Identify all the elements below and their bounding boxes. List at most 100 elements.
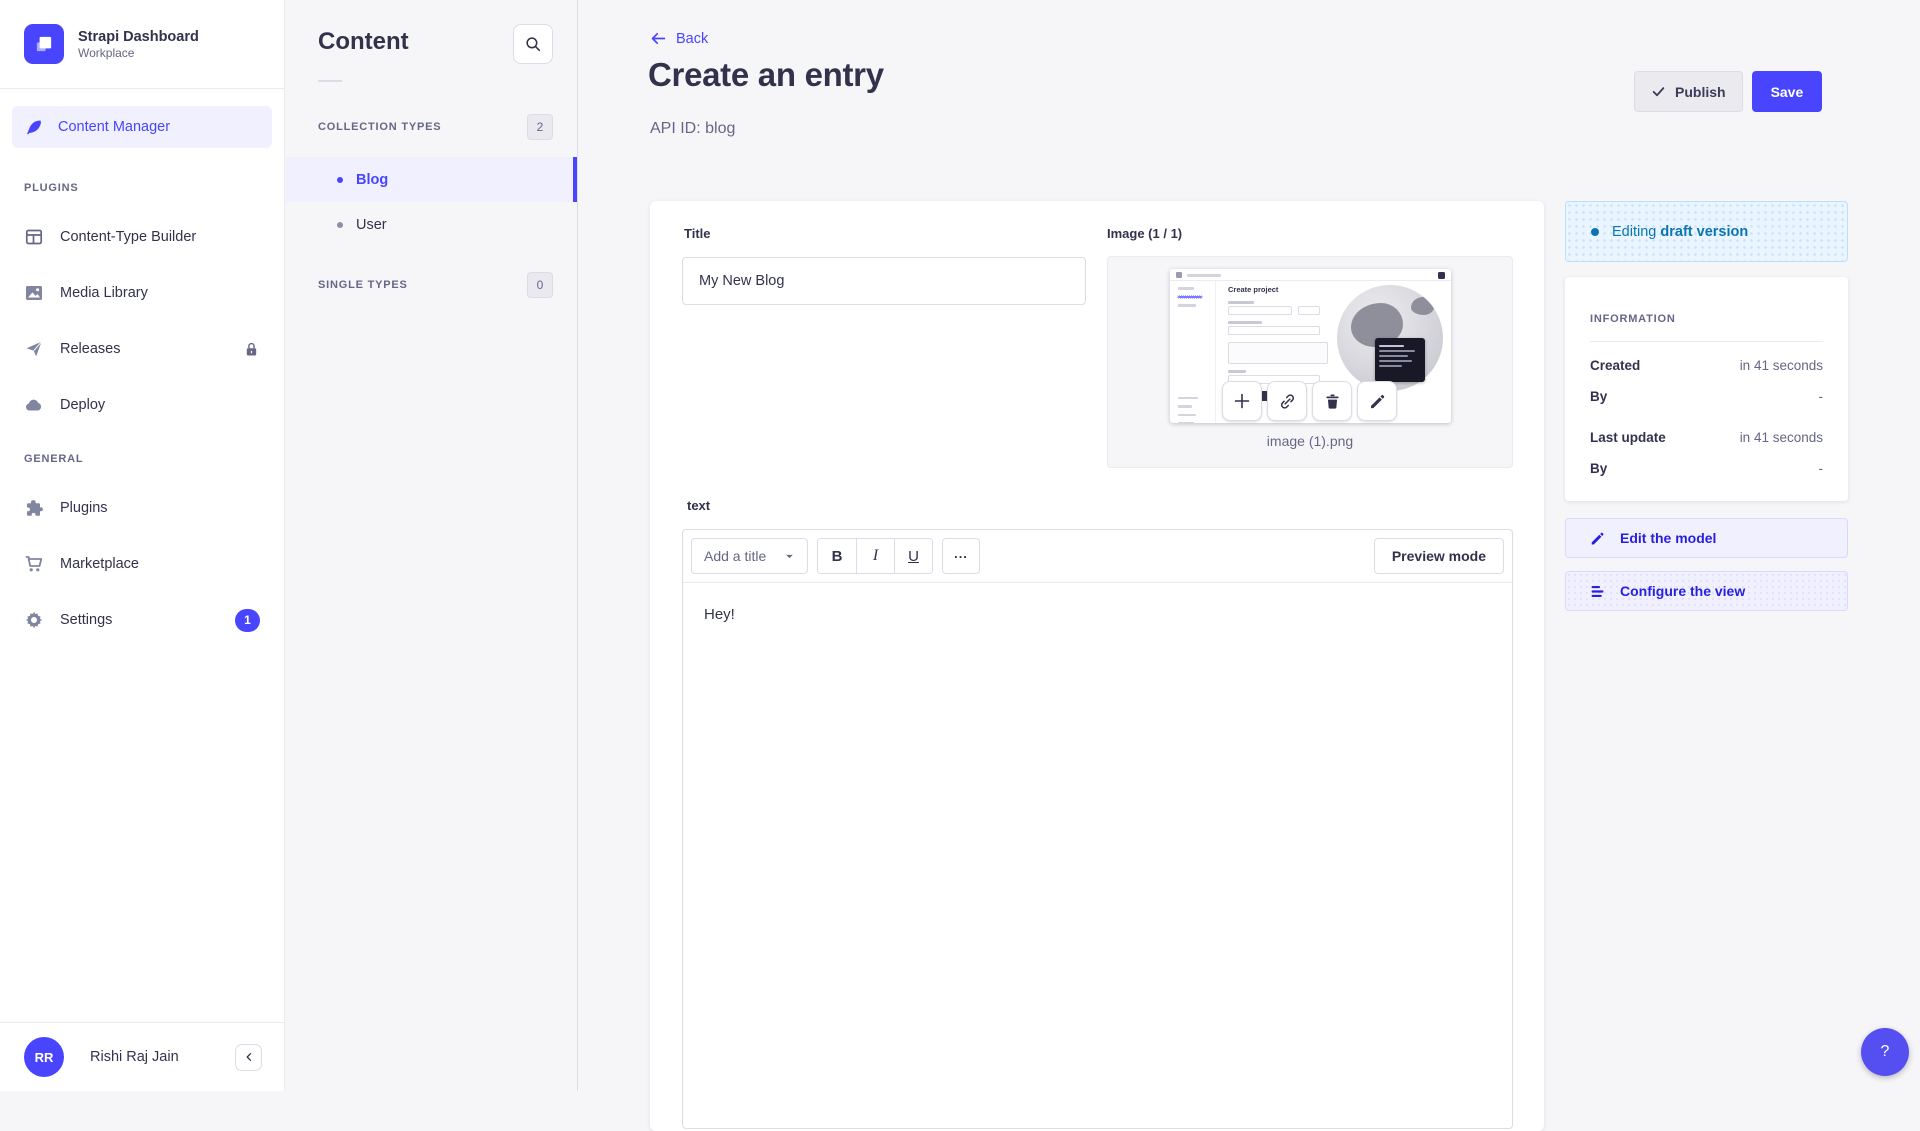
dropdown-label: Add a title <box>704 548 766 564</box>
plus-icon <box>1232 391 1252 411</box>
image-field: Create project <box>1107 256 1513 468</box>
sidebar-item-deploy[interactable]: Deploy <box>12 391 272 419</box>
content-subnav: Content COLLECTION TYPES 2 Blog User SIN… <box>286 0 578 1091</box>
chevron-down-icon <box>784 551 795 562</box>
sidebar-item-label: Plugins <box>60 500 108 516</box>
sidebar-item-label: Content-Type Builder <box>60 229 196 245</box>
content-type-builder-icon <box>24 227 44 247</box>
subnav-title: Content <box>318 28 409 56</box>
sidebar-item-label: Content Manager <box>58 119 170 135</box>
information-title: INFORMATION <box>1590 313 1823 325</box>
bold-button[interactable]: B <box>818 539 856 573</box>
sidebar-section-general: GENERAL <box>24 453 260 466</box>
user-name: Rishi Raj Jain <box>90 1049 209 1065</box>
configure-view-label: Configure the view <box>1620 583 1745 599</box>
status-text: Editing draft version <box>1612 224 1748 240</box>
info-row-updated-by: By - <box>1590 461 1823 476</box>
sidebar-section-plugins: PLUGINS <box>24 182 260 195</box>
copy-link-button[interactable] <box>1267 381 1307 421</box>
sidebar-item-releases[interactable]: Releases <box>12 335 272 363</box>
link-icon <box>1278 392 1297 411</box>
thumbnail-topbar <box>1170 269 1451 281</box>
back-label: Back <box>676 31 708 47</box>
paper-plane-icon <box>24 339 44 359</box>
main-sidebar: Strapi Dashboard Workplace Content Manag… <box>0 0 285 1091</box>
page-title: Create an entry <box>648 56 884 94</box>
puzzle-icon <box>24 498 44 518</box>
collection-types-count-badge: 2 <box>527 114 553 140</box>
sidebar-footer: RR Rishi Raj Jain <box>0 1022 284 1091</box>
delete-asset-button[interactable] <box>1312 381 1352 421</box>
information-divider <box>1590 341 1823 342</box>
sidebar-item-plugins[interactable]: Plugins <box>12 494 272 522</box>
bullet-dot-icon <box>337 177 343 183</box>
user-avatar[interactable]: RR <box>24 1037 64 1077</box>
underline-button[interactable]: U <box>894 539 932 573</box>
chevron-left-icon <box>243 1051 255 1063</box>
image-field-label: Image (1 / 1) <box>1107 226 1182 241</box>
gear-icon <box>24 610 44 630</box>
edit-model-button[interactable]: Edit the model <box>1565 518 1848 558</box>
check-icon <box>1651 84 1666 99</box>
draft-status-banner: Editing draft version <box>1565 201 1848 262</box>
editor-toolbar: Add a title B I U ... Preview mode <box>683 530 1512 583</box>
workspace-brand[interactable]: Strapi Dashboard Workplace <box>0 0 284 88</box>
help-button[interactable]: ? <box>1861 1028 1909 1076</box>
info-row-created: Created in 41 seconds <box>1590 358 1823 373</box>
configure-view-button[interactable]: Configure the view <box>1565 571 1848 611</box>
sidebar-item-label: Marketplace <box>60 556 139 572</box>
collection-types-label: COLLECTION TYPES <box>318 121 441 133</box>
thumbnail-sidebar <box>1170 281 1216 423</box>
search-icon <box>524 35 542 53</box>
add-asset-button[interactable] <box>1222 381 1262 421</box>
single-types-label: SINGLE TYPES <box>318 279 408 291</box>
sidebar-item-media-library[interactable]: Media Library <box>12 279 272 307</box>
title-style-dropdown[interactable]: Add a title <box>691 538 808 574</box>
image-filename: image (1).png <box>1108 433 1512 449</box>
sidebar-item-settings[interactable]: Settings 1 <box>12 606 272 634</box>
cart-icon <box>24 554 44 574</box>
sidebar-item-label: Deploy <box>60 397 105 413</box>
italic-button[interactable]: I <box>856 539 894 573</box>
sidebar-item-label: Releases <box>60 341 120 357</box>
sidebar-item-label: Settings <box>60 612 112 628</box>
bullet-dot-icon <box>337 222 343 228</box>
back-link[interactable]: Back <box>650 30 708 47</box>
sidebar-item-marketplace[interactable]: Marketplace <box>12 550 272 578</box>
sidebar-item-content-type-builder[interactable]: Content-Type Builder <box>12 223 272 251</box>
pencil-icon <box>1589 530 1606 547</box>
info-row-created-by: By - <box>1590 389 1823 404</box>
page-subtitle: API ID: blog <box>650 120 735 138</box>
sidebar-item-content-manager[interactable]: Content Manager <box>12 106 272 148</box>
title-input[interactable] <box>682 257 1086 305</box>
more-formats-button[interactable]: ... <box>942 538 980 574</box>
format-button-group: B I U <box>817 538 933 574</box>
settings-notification-badge: 1 <box>235 609 260 632</box>
list-layout-icon <box>1589 583 1606 600</box>
save-label: Save <box>1771 84 1804 100</box>
subnav-item-user[interactable]: User <box>286 202 577 247</box>
brand-workspace: Workplace <box>78 46 199 61</box>
edit-model-label: Edit the model <box>1620 530 1716 546</box>
search-button[interactable] <box>513 24 553 64</box>
save-button[interactable]: Save <box>1752 71 1823 112</box>
strapi-logo-icon <box>24 24 64 64</box>
publish-label: Publish <box>1675 84 1726 100</box>
publish-button[interactable]: Publish <box>1634 71 1743 112</box>
type-item-label: User <box>356 217 387 233</box>
pencil-icon <box>1368 392 1387 411</box>
preview-mode-button[interactable]: Preview mode <box>1374 538 1504 574</box>
subnav-item-blog[interactable]: Blog <box>286 157 577 202</box>
thumbnail-tooltip <box>1375 338 1425 382</box>
thumbnail-title: Create project <box>1228 285 1278 294</box>
entry-form-card: Title Image (1 / 1) Create project <box>650 201 1544 1131</box>
single-types-count-badge: 0 <box>527 272 553 298</box>
feather-pen-icon <box>24 117 44 137</box>
information-card: INFORMATION Created in 41 seconds By - L… <box>1565 277 1848 501</box>
status-dot-icon <box>1591 228 1599 236</box>
type-item-label: Blog <box>356 172 388 188</box>
info-row-last-update: Last update in 41 seconds <box>1590 430 1823 445</box>
collapse-sidebar-button[interactable] <box>235 1044 262 1071</box>
edit-asset-button[interactable] <box>1357 381 1397 421</box>
editor-content[interactable]: Hey! <box>683 583 1512 646</box>
